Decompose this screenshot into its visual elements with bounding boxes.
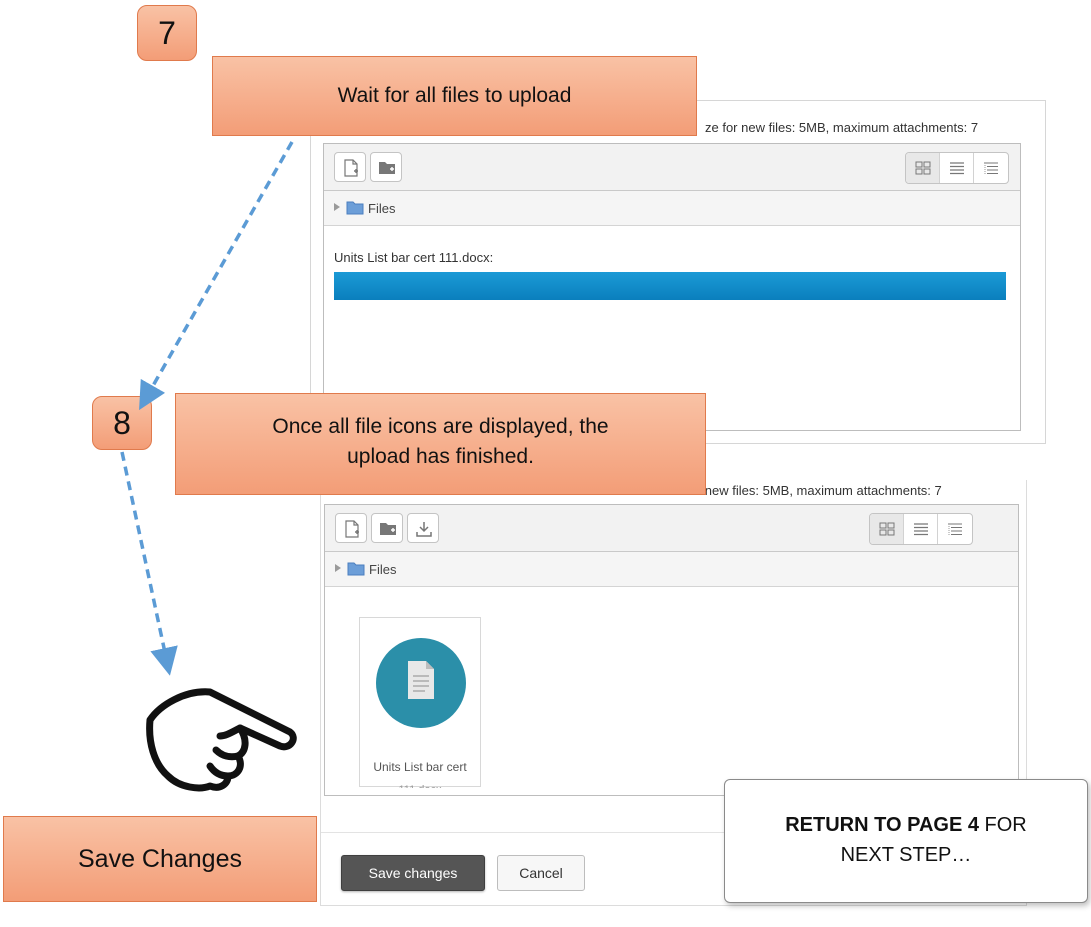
arrow-step8-to-save — [120, 451, 178, 676]
hand-pointer-icon — [146, 688, 297, 792]
arrow-step7-to-step8 — [139, 141, 294, 411]
